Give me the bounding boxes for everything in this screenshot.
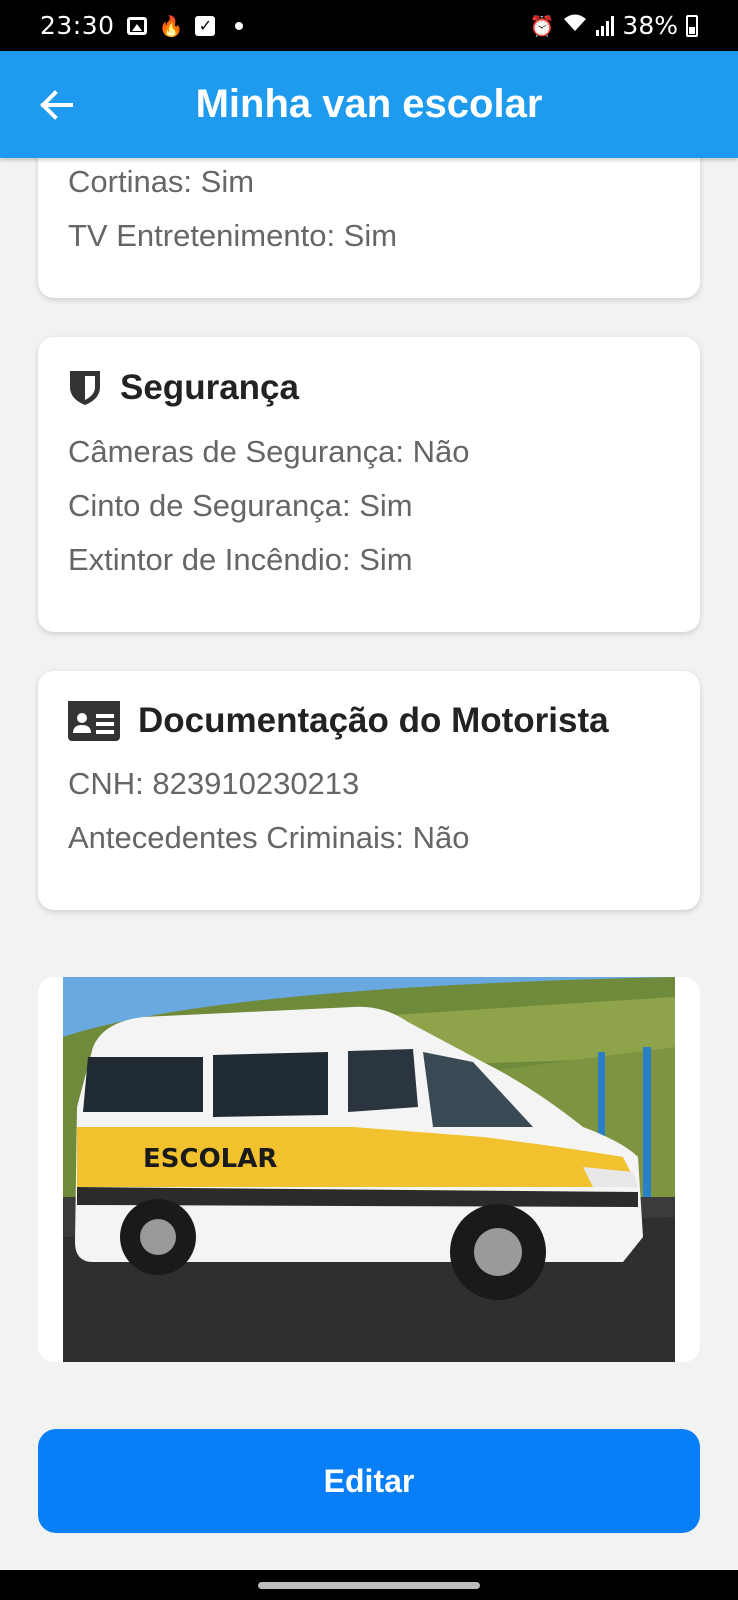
back-button[interactable]	[36, 85, 76, 125]
alarm-icon: ⏰	[529, 13, 555, 38]
notification-dot-icon	[235, 21, 244, 30]
security-card: Segurança Câmeras de Segurança: Não Cint…	[38, 337, 700, 632]
signal-icon	[596, 15, 615, 36]
driver-docs-title: Documentação do Motorista	[68, 701, 609, 741]
page-title: Minha van escolar	[195, 82, 543, 126]
driver-docs-line-cnh: CNH: 823910230213	[68, 766, 360, 801]
security-line-extinguisher: Extintor de Incêndio: Sim	[68, 542, 413, 577]
status-time: 23:30	[40, 11, 115, 40]
shield-icon	[70, 371, 100, 405]
battery-percent: 38%	[622, 11, 678, 40]
battery-icon	[686, 14, 698, 37]
security-line-seatbelt: Cinto de Segurança: Sim	[68, 488, 413, 523]
check-icon: ✓	[195, 15, 216, 36]
van-photo: ESCOLAR	[63, 977, 675, 1362]
navigation-bar	[0, 1570, 738, 1600]
driver-docs-card: Documentação do Motorista CNH: 823910230…	[38, 671, 700, 910]
driver-docs-line-criminal: Antecedentes Criminais: Não	[68, 820, 470, 855]
comfort-line-tv: TV Entretenimento: Sim	[68, 218, 398, 253]
security-line-cameras: Câmeras de Segurança: Não	[68, 434, 470, 469]
arrow-left-icon	[40, 89, 73, 120]
app-bar: Minha van escolar	[0, 51, 738, 158]
driver-docs-title-text: Documentação do Motorista	[138, 701, 609, 740]
security-card-title: Segurança	[68, 368, 299, 408]
image-icon	[126, 16, 147, 35]
id-card-icon	[68, 701, 120, 741]
van-photo-card: ESCOLAR	[38, 977, 700, 1362]
security-title-text: Segurança	[120, 368, 299, 407]
comfort-line-curtains: Cortinas: Sim	[68, 164, 255, 199]
home-handle[interactable]	[258, 1582, 480, 1589]
status-right: ⏰ 38%	[530, 11, 698, 40]
wifi-icon	[562, 13, 588, 38]
van-label-text: ESCOLAR	[143, 1144, 277, 1174]
flame-icon: 🔥	[158, 13, 184, 38]
status-bar: 23:30 🔥 ✓ ⏰ 38%	[0, 0, 738, 51]
status-left: 23:30 🔥 ✓	[40, 11, 244, 40]
edit-button[interactable]: Editar	[38, 1429, 700, 1533]
